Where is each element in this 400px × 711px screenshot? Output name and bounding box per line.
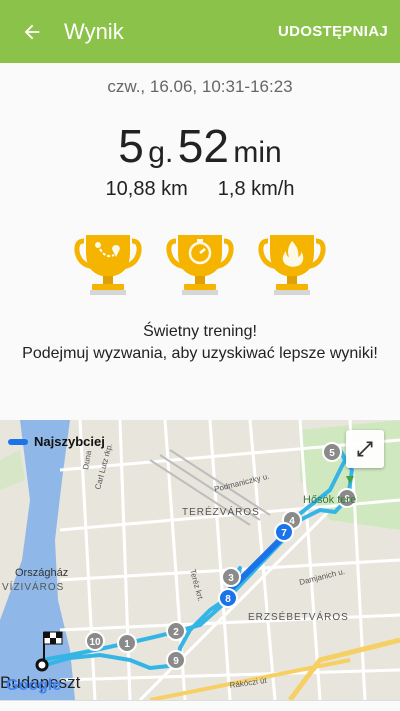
legend-label: Najszybciej bbox=[34, 434, 105, 449]
label-hosok: Hősök tere bbox=[303, 494, 356, 506]
svg-text:2: 2 bbox=[173, 627, 179, 638]
label-podmaniczky: Podmaniczky u. bbox=[213, 472, 270, 494]
workout-duration: 5 g. 52 min bbox=[0, 119, 400, 173]
svg-text:5: 5 bbox=[329, 448, 335, 459]
expand-icon bbox=[357, 441, 373, 457]
label-vizivaros: VÍZIVÁROS bbox=[2, 580, 64, 593]
message-line-2: Podejmuj wyzwania, aby uzyskiwać lepsze … bbox=[22, 345, 378, 362]
arrow-back-icon bbox=[24, 24, 40, 39]
label-terezvaros: TERÉZVÁROS bbox=[182, 505, 260, 518]
workout-stats: 10,88 km 1,8 km/h bbox=[0, 178, 400, 201]
marker-7[interactable]: 7 bbox=[274, 522, 294, 542]
expand-map-button[interactable] bbox=[346, 430, 384, 468]
svg-text:3: 3 bbox=[228, 573, 234, 584]
duration-minutes-unit: min bbox=[233, 136, 282, 169]
marker-10[interactable]: 10 bbox=[85, 631, 105, 651]
speed-value: 1,8 km/h bbox=[217, 178, 295, 200]
marker-1[interactable]: 1 bbox=[117, 633, 137, 653]
marker-5[interactable]: 5 bbox=[322, 442, 342, 462]
trophy-row bbox=[0, 229, 400, 301]
label-erzsebetvaros: ERZSÉBETVÁROS bbox=[248, 610, 349, 623]
duration-hours: 5 bbox=[118, 120, 144, 172]
google-logo: Google bbox=[6, 677, 61, 694]
duration-hours-unit: g. bbox=[148, 136, 174, 169]
message-line-1: Świetny trening! bbox=[143, 323, 257, 340]
marker-9[interactable]: 9 bbox=[166, 650, 186, 670]
flame-trophy-icon bbox=[258, 235, 326, 295]
label-orszaghaz: Országház bbox=[15, 567, 68, 579]
duration-minutes: 52 bbox=[177, 120, 229, 172]
svg-text:1: 1 bbox=[124, 639, 130, 650]
share-button[interactable]: UDOSTĘPNIAJ bbox=[270, 0, 400, 63]
distance-value: 10,88 km bbox=[105, 178, 188, 200]
marker-8[interactable]: 8 bbox=[218, 588, 238, 608]
route-map[interactable]: 1 2 3 4 5 6 7 8 9 10 TERÉZVÁROS ERZSÉBET… bbox=[0, 420, 400, 700]
bottom-strip bbox=[0, 700, 400, 711]
motivation-message: Świetny trening! Podejmuj wyzwania, aby … bbox=[0, 321, 400, 365]
label-terez-krt: Teréz krt. bbox=[188, 568, 205, 602]
label-damjanich: Damjanich u. bbox=[298, 567, 345, 587]
map-legend: Najszybciej bbox=[8, 434, 105, 449]
label-rakoczi: Rákóczi út bbox=[229, 676, 268, 690]
map-canvas[interactable]: 1 2 3 4 5 6 7 8 9 10 TERÉZVÁROS ERZSÉBET… bbox=[0, 420, 400, 700]
svg-text:10: 10 bbox=[89, 637, 101, 648]
app-bar: Wynik UDOSTĘPNIAJ bbox=[0, 0, 400, 63]
legend-swatch bbox=[8, 438, 28, 445]
marker-3[interactable]: 3 bbox=[221, 567, 241, 587]
back-button[interactable] bbox=[0, 0, 64, 63]
start-point-icon bbox=[35, 658, 49, 672]
route-line bbox=[41, 566, 242, 670]
stopwatch-trophy-icon bbox=[166, 235, 234, 295]
workout-summary: czw., 16.06, 10:31-16:23 5 g. 52 min 10,… bbox=[0, 63, 400, 420]
page-title: Wynik bbox=[64, 18, 124, 44]
marker-2[interactable]: 2 bbox=[166, 621, 186, 641]
svg-text:7: 7 bbox=[281, 528, 287, 539]
svg-text:8: 8 bbox=[225, 594, 231, 605]
svg-text:9: 9 bbox=[173, 656, 179, 667]
workout-datetime: czw., 16.06, 10:31-16:23 bbox=[107, 77, 293, 96]
riverbank-green bbox=[0, 450, 25, 490]
route-trophy-icon bbox=[74, 235, 142, 295]
